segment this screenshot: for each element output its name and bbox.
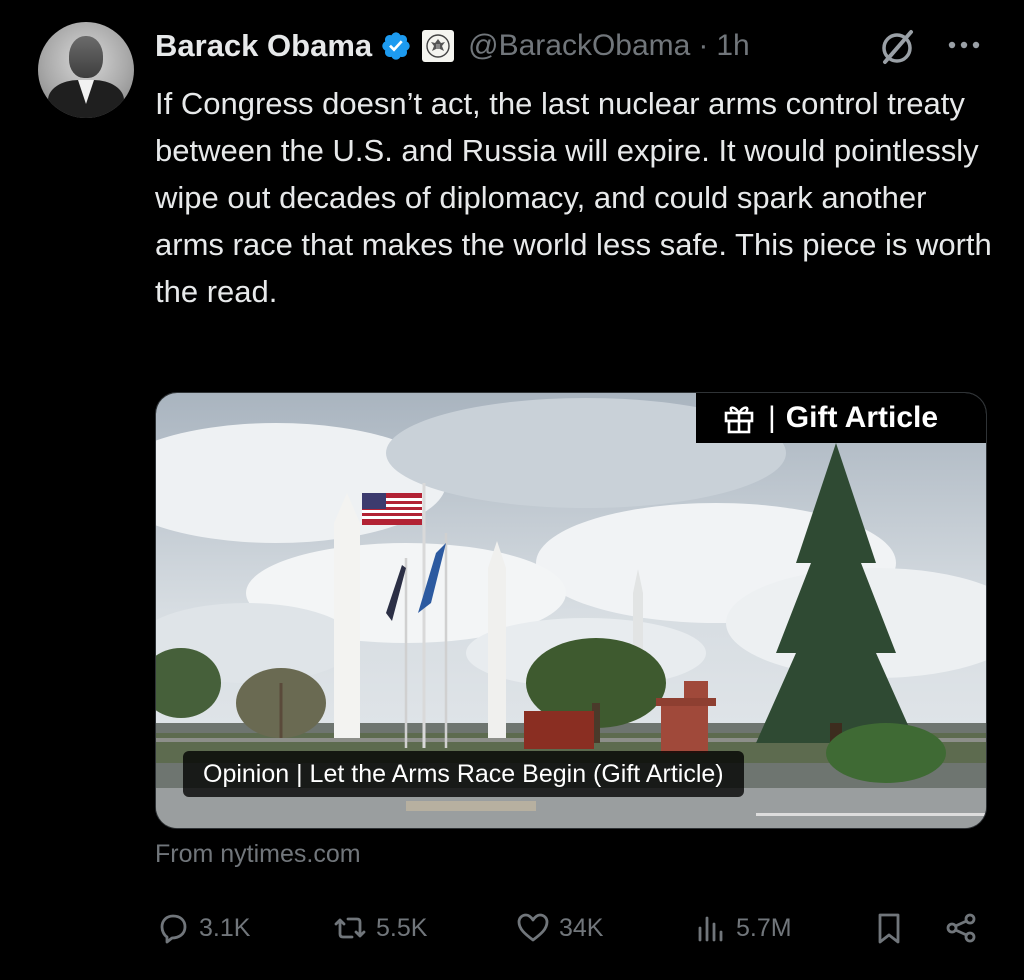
avatar[interactable] xyxy=(38,22,134,118)
tweet-header: Barack Obama @BarackObama · 1h xyxy=(155,24,750,68)
gift-article-label: Gift Article xyxy=(785,401,939,434)
like-button[interactable]: 34K xyxy=(515,908,603,948)
like-count: 34K xyxy=(559,913,604,942)
views-icon xyxy=(698,916,723,942)
tweet-timestamp[interactable]: 1h xyxy=(716,29,749,63)
verified-badge-icon[interactable] xyxy=(380,30,412,62)
bookmark-icon xyxy=(878,913,900,944)
repost-icon xyxy=(334,917,366,939)
card-source[interactable]: From nytimes.com xyxy=(155,840,361,869)
government-seal-icon[interactable] xyxy=(422,30,455,62)
author-name[interactable]: Barack Obama xyxy=(155,28,372,64)
share-button[interactable] xyxy=(943,908,979,948)
more-icon[interactable] xyxy=(944,30,984,60)
bookmark-button[interactable] xyxy=(871,908,907,948)
grok-icon[interactable] xyxy=(876,26,918,68)
repost-button[interactable]: 5.5K xyxy=(332,908,427,948)
gift-badge-separator: | xyxy=(768,401,776,434)
reply-icon xyxy=(160,914,187,944)
repost-count: 5.5K xyxy=(376,913,428,942)
separator-dot: · xyxy=(698,29,709,62)
view-count: 5.7M xyxy=(736,913,792,942)
like-icon xyxy=(517,913,549,942)
avatar-head xyxy=(69,36,103,78)
card-title[interactable]: Opinion | Let the Arms Race Begin (Gift … xyxy=(183,751,744,797)
tweet-text: If Congress doesn’t act, the last nuclea… xyxy=(155,86,992,309)
views-button[interactable]: 5.7M xyxy=(692,908,792,948)
action-bar: 3.1K 5.5K 34K 5.7M xyxy=(155,908,985,948)
gift-icon xyxy=(724,406,754,434)
gift-article-badge: | Gift Article xyxy=(696,393,986,443)
link-card[interactable]: | Gift Article Opinion | Let the Arms Ra… xyxy=(155,392,987,829)
reply-button[interactable]: 3.1K xyxy=(155,908,250,948)
share-icon xyxy=(946,913,976,943)
reply-count: 3.1K xyxy=(199,913,251,942)
author-handle[interactable]: @BarackObama xyxy=(468,29,690,63)
tweet[interactable]: Barack Obama @BarackObama · 1h If Congre… xyxy=(0,0,1024,980)
